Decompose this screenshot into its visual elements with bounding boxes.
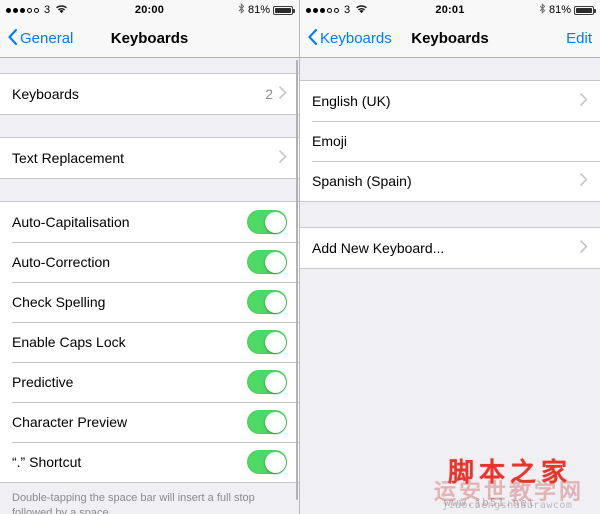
row-label: Auto-Capitalisation bbox=[12, 214, 130, 230]
row-keyboards[interactable]: Keyboards 2 bbox=[0, 74, 299, 114]
section-text-replacement: Text Replacement bbox=[0, 137, 299, 179]
chevron-right-icon bbox=[279, 86, 287, 102]
section-keyboard-options: Auto-Capitalisation Auto-Correction Chec… bbox=[0, 201, 299, 483]
nav-bar-left: General Keyboards bbox=[0, 20, 299, 58]
toggle-enable-caps-lock[interactable] bbox=[247, 330, 287, 354]
section-keyboards: Keyboards 2 bbox=[0, 73, 299, 115]
row-english-uk[interactable]: English (UK) bbox=[300, 81, 600, 121]
battery-full-icon bbox=[273, 5, 295, 15]
toggle-character-preview[interactable] bbox=[247, 410, 287, 434]
row-enable-caps-lock[interactable]: Enable Caps Lock bbox=[0, 322, 299, 362]
row-label: Spanish (Spain) bbox=[312, 173, 412, 189]
battery-percent: 81% bbox=[548, 4, 571, 16]
section-gap bbox=[0, 115, 299, 137]
row-label: English (UK) bbox=[312, 93, 391, 109]
status-bar-left: 3 20:00 81% bbox=[0, 0, 299, 20]
back-button-keyboards[interactable]: Keyboards bbox=[308, 28, 392, 49]
row-label: Text Replacement bbox=[12, 150, 125, 166]
status-bar-right: 3 20:01 81% bbox=[300, 0, 600, 20]
left-phone-screen: 3 20:00 81% General Keyboards Keyboards … bbox=[0, 0, 300, 514]
status-bar-right-group: 81% bbox=[238, 3, 295, 17]
row-predictive[interactable]: Predictive bbox=[0, 362, 299, 402]
section-gap bbox=[300, 58, 600, 80]
toggle-period-shortcut[interactable] bbox=[247, 450, 287, 474]
row-label: Auto-Correction bbox=[12, 254, 111, 270]
chevron-right-icon bbox=[580, 93, 588, 109]
row-check-spelling[interactable]: Check Spelling bbox=[0, 282, 299, 322]
toggle-auto-capitalisation[interactable] bbox=[247, 210, 287, 234]
section-gap bbox=[300, 202, 600, 227]
row-label: Predictive bbox=[12, 374, 74, 390]
scrollbar-left[interactable] bbox=[295, 60, 298, 500]
row-label: Add New Keyboard... bbox=[312, 240, 445, 256]
chevron-right-icon bbox=[279, 150, 287, 166]
status-bar-right-group: 81% bbox=[539, 3, 596, 17]
toggle-predictive[interactable] bbox=[247, 370, 287, 394]
footer-note-period-shortcut: Double-tapping the space bar will insert… bbox=[0, 483, 299, 514]
dual-screenshot-container: 3 20:00 81% General Keyboards Keyboards … bbox=[0, 0, 600, 514]
battery-percent: 81% bbox=[247, 4, 270, 16]
settings-table-right: English (UK) Emoji Spanish (Spain) Add N… bbox=[300, 58, 600, 514]
settings-table-left: Keyboards 2 Text Replacement Auto-Capita… bbox=[0, 58, 299, 514]
row-text-replacement[interactable]: Text Replacement bbox=[0, 138, 299, 178]
back-button-label: General bbox=[20, 30, 74, 47]
row-label: Keyboards bbox=[12, 86, 79, 102]
bluetooth-icon bbox=[238, 3, 245, 17]
row-label: “.” Shortcut bbox=[12, 454, 82, 470]
row-emoji[interactable]: Emoji bbox=[300, 121, 600, 161]
row-auto-capitalisation[interactable]: Auto-Capitalisation bbox=[0, 202, 299, 242]
chevron-left-icon bbox=[8, 28, 18, 49]
section-gap bbox=[0, 58, 299, 73]
toggle-auto-correction[interactable] bbox=[247, 250, 287, 274]
section-add-keyboard: Add New Keyboard... bbox=[300, 227, 600, 269]
bluetooth-icon bbox=[539, 3, 546, 17]
right-phone-screen: 3 20:01 81% Keyboards Keyboards Edit Eng… bbox=[300, 0, 600, 514]
row-character-preview[interactable]: Character Preview bbox=[0, 402, 299, 442]
row-value-count: 2 bbox=[265, 86, 273, 102]
chevron-right-icon bbox=[580, 240, 588, 256]
section-active-keyboards: English (UK) Emoji Spanish (Spain) bbox=[300, 80, 600, 202]
edit-button[interactable]: Edit bbox=[566, 30, 592, 47]
row-period-shortcut[interactable]: “.” Shortcut bbox=[0, 442, 299, 482]
chevron-left-icon bbox=[308, 28, 318, 49]
nav-bar-right: Keyboards Keyboards Edit bbox=[300, 20, 600, 58]
section-gap bbox=[0, 179, 299, 201]
back-button-label: Keyboards bbox=[320, 30, 392, 47]
row-label: Character Preview bbox=[12, 414, 128, 430]
row-add-new-keyboard[interactable]: Add New Keyboard... bbox=[300, 228, 600, 268]
battery-full-icon bbox=[574, 5, 596, 15]
row-label: Emoji bbox=[312, 133, 348, 149]
row-label: Check Spelling bbox=[12, 294, 106, 310]
row-label: Enable Caps Lock bbox=[12, 334, 126, 350]
toggle-check-spelling[interactable] bbox=[247, 290, 287, 314]
chevron-right-icon bbox=[580, 173, 588, 189]
back-button-general[interactable]: General bbox=[8, 28, 74, 49]
row-spanish-spain[interactable]: Spanish (Spain) bbox=[300, 161, 600, 201]
row-auto-correction[interactable]: Auto-Correction bbox=[0, 242, 299, 282]
